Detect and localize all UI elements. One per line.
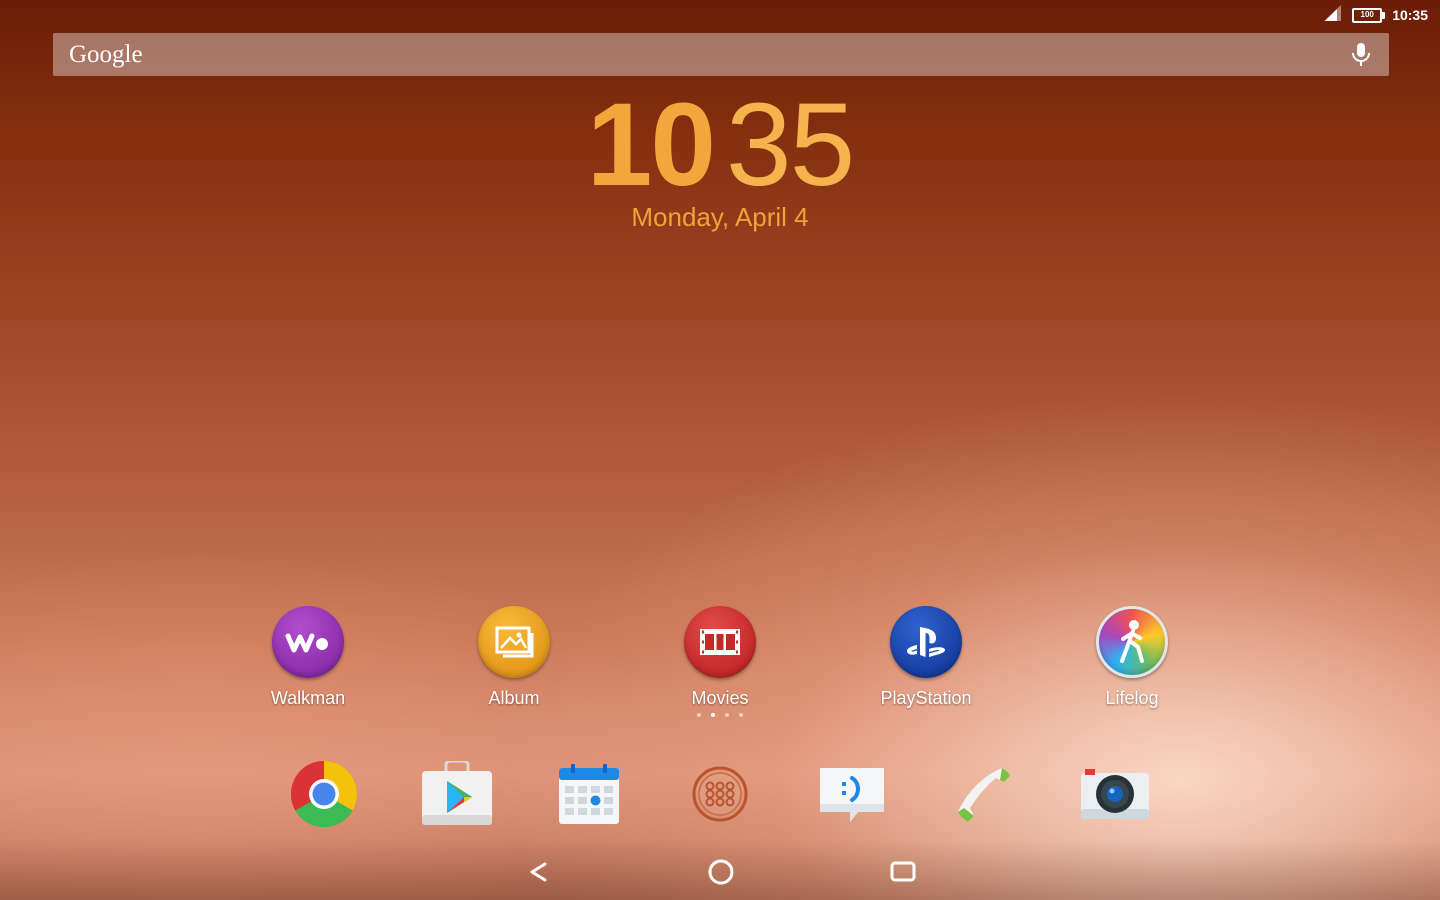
clock-minute: 35 — [726, 79, 855, 211]
app-walkman[interactable]: Walkman — [228, 606, 388, 709]
movies-icon — [684, 606, 756, 678]
album-icon — [478, 606, 550, 678]
walkman-icon — [272, 606, 344, 678]
play-store-icon — [420, 759, 494, 831]
google-logo: Google — [69, 40, 143, 68]
home-icon — [707, 858, 735, 890]
status-bar: 100 10:35 — [0, 0, 1440, 30]
clock-date: Monday, April 4 — [631, 202, 809, 232]
home-button[interactable] — [701, 856, 741, 892]
battery-level: 100 — [1360, 10, 1374, 19]
dock-phone[interactable] — [944, 756, 1024, 836]
clock-widget[interactable]: 10 35 Monday, April 4 — [0, 84, 1440, 233]
dock-camera[interactable] — [1075, 756, 1155, 836]
dock-messaging[interactable] — [812, 756, 892, 836]
page-dot — [697, 713, 701, 717]
microphone-icon[interactable] — [1349, 41, 1373, 69]
dock-play-store[interactable] — [417, 756, 497, 836]
app-album[interactable]: Album — [434, 606, 594, 709]
dock-app-drawer[interactable] — [680, 756, 760, 836]
app-movies[interactable]: Movies — [640, 606, 800, 717]
calendar-icon — [557, 762, 621, 830]
camera-icon — [1079, 765, 1151, 827]
app-label-walkman: Walkman — [270, 688, 346, 708]
phone-icon — [952, 762, 1016, 830]
battery-icon: 100 — [1352, 7, 1386, 23]
clock-time: 10 35 — [0, 84, 1440, 206]
page-dot — [725, 713, 729, 717]
dock-calendar[interactable] — [549, 756, 629, 836]
app-lifelog[interactable]: Lifelog — [1052, 606, 1212, 709]
dock-chrome[interactable] — [284, 756, 364, 836]
status-time: 10:35 — [1392, 7, 1428, 23]
chrome-icon — [289, 759, 359, 833]
messaging-icon — [816, 762, 888, 830]
page-indicator — [697, 713, 743, 717]
app-label-lifelog: Lifelog — [1105, 688, 1159, 708]
app-drawer-icon — [690, 764, 750, 828]
lifelog-icon — [1096, 606, 1168, 678]
status-indicators: 100 10:35 — [1324, 5, 1428, 25]
page-dot — [739, 713, 743, 717]
back-button[interactable] — [518, 856, 558, 892]
recents-button[interactable] — [883, 856, 923, 892]
page-dot-active — [711, 713, 715, 717]
app-playstation[interactable]: PlayStation — [846, 606, 1006, 709]
app-label-playstation: PlayStation — [880, 688, 972, 708]
google-search-bar[interactable]: Google — [53, 33, 1389, 76]
recents-icon — [889, 860, 917, 888]
app-label-movies: Movies — [691, 688, 749, 708]
clock-hour: 10 — [586, 79, 716, 211]
back-icon — [527, 861, 549, 887]
playstation-icon — [890, 606, 962, 678]
signal-icon — [1324, 5, 1342, 25]
app-label-album: Album — [488, 688, 540, 708]
